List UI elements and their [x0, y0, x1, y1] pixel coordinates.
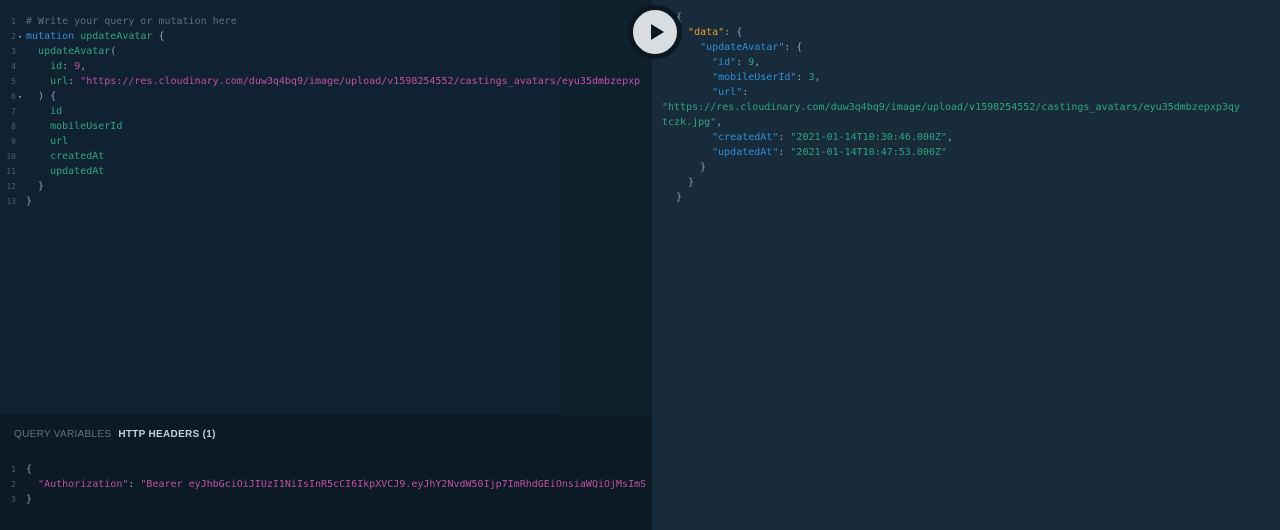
code-line: 5 url: "https://res.cloudinary.com/duw3q…: [0, 74, 652, 89]
result-key: "data": [688, 27, 725, 38]
result-key: "updatedAt": [712, 147, 779, 158]
result-key: "updateAvatar": [700, 42, 785, 53]
line-number: 6: [11, 92, 16, 101]
query-editor[interactable]: 1 # Write your query or mutation here 2 ▾ m…: [0, 0, 652, 415]
result-line: tczk.jpg",: [662, 117, 723, 128]
result-line: }: [676, 160, 1276, 175]
paren: (: [110, 46, 117, 57]
brace: }: [26, 196, 33, 207]
argument-name: url: [50, 76, 69, 87]
brace: }: [676, 192, 683, 203]
line-number: 8: [11, 122, 16, 131]
code-line: 13}: [0, 194, 652, 209]
code-line: 1{: [0, 462, 652, 477]
result-key: "mobileUserId": [712, 72, 797, 83]
code-line: 6 ▾ ) {: [0, 89, 652, 104]
result-key: "id": [712, 57, 737, 68]
brace: {: [158, 31, 165, 42]
headers-editor[interactable]: 1{ 2 "Authorization": "Bearer eyJhbGciOi…: [0, 462, 652, 507]
line-number: 3: [11, 495, 16, 504]
line-number: 7: [11, 107, 16, 116]
result-value: "2021-01-14T10:47:53.000Z": [790, 147, 947, 158]
result-line: ▾ "updateAvatar": {: [656, 40, 1276, 55]
line-number: 2: [11, 32, 16, 41]
brace: }: [700, 162, 707, 173]
code-line: 12 }: [0, 179, 652, 194]
colon: :: [68, 76, 75, 87]
brace: }: [38, 181, 45, 192]
code-line: 3}: [0, 492, 652, 507]
result-viewer[interactable]: ▾{ ▾ "data": { ▾ "updateAvatar": { "id":…: [652, 0, 1280, 530]
result-line: "createdAt": "2021-01-14T10:30:46.000Z",: [712, 132, 953, 143]
tab-query-variables[interactable]: QUERY VARIABLES: [14, 429, 111, 445]
code-line: 11 updatedAt: [0, 164, 652, 179]
brace: }: [26, 494, 33, 505]
brace: {: [26, 464, 33, 475]
result-line: "https://res.cloudinary.com/duw3q4bq9/im…: [662, 100, 1276, 115]
result-line: }: [676, 175, 1276, 190]
tab-http-headers[interactable]: HTTP HEADERS (1): [118, 429, 215, 445]
paren-brace: ) {: [38, 91, 57, 102]
code-line: 7 id: [0, 104, 652, 119]
variables-headers-panel: QUERY VARIABLES HTTP HEADERS (1) 1{ 2 "A…: [0, 415, 652, 530]
code-line: 4 id: 9,: [0, 59, 652, 74]
code-line: 3 updateAvatar(: [0, 44, 652, 59]
mutation-field: updateAvatar: [38, 46, 111, 57]
line-number: 2: [11, 480, 16, 489]
code-line: 9 url: [0, 134, 652, 149]
selection-field: url: [50, 136, 69, 147]
line-number: 3: [11, 47, 16, 56]
comma: ,: [80, 61, 87, 72]
result-line: ▾ "data": {: [656, 25, 1276, 40]
selection-field: id: [50, 106, 63, 117]
line-number: 11: [6, 167, 16, 176]
line-number: 5: [11, 77, 16, 86]
result-value: tczk.jpg": [662, 117, 717, 128]
bottom-tabs: QUERY VARIABLES HTTP HEADERS (1): [14, 429, 216, 445]
result-value: 9: [748, 57, 755, 68]
result-line: "url":: [712, 87, 749, 98]
colon: :: [62, 61, 69, 72]
query-code[interactable]: 1 # Write your query or mutation here 2 ▾ m…: [0, 14, 652, 209]
code-line: 2 ▾ mutation updateAvatar {: [0, 29, 652, 44]
result-line: "mobileUserId": 3,: [712, 72, 821, 83]
colon: :: [128, 479, 141, 490]
selection-field: createdAt: [50, 151, 105, 162]
argument-value: "https://res.cloudinary.com/duw3q4bq9/im…: [80, 76, 641, 87]
selection-field: updatedAt: [50, 166, 105, 177]
code-comment: # Write your query or mutation here: [26, 16, 237, 27]
result-value: "https://res.cloudinary.com/duw3q4bq9/im…: [662, 102, 1240, 113]
result-line: }: [676, 190, 1276, 205]
result-value: 3: [808, 72, 815, 83]
execute-query-button[interactable]: [631, 8, 679, 56]
line-number: 1: [11, 465, 16, 474]
result-value: "2021-01-14T10:30:46.000Z": [790, 132, 947, 143]
result-line: "id": 9,: [712, 57, 761, 68]
operation-name: updateAvatar: [80, 31, 153, 42]
result-key: "createdAt": [712, 132, 779, 143]
fold-arrow-icon[interactable]: ▾: [18, 30, 26, 45]
line-number: 4: [11, 62, 16, 71]
code-line: 8 mobileUserId: [0, 119, 652, 134]
brace: }: [688, 177, 695, 188]
code-line: 1 # Write your query or mutation here: [0, 14, 652, 29]
fold-arrow-icon[interactable]: ▾: [18, 90, 26, 105]
line-number: 9: [11, 137, 16, 146]
code-line: 10 createdAt: [0, 149, 652, 164]
result-line: "updatedAt": "2021-01-14T10:47:53.000Z": [712, 147, 947, 158]
selection-field: mobileUserId: [50, 121, 123, 132]
result-line: ▾{: [656, 10, 1276, 25]
argument-name: id: [50, 61, 63, 72]
line-number: 1: [11, 17, 16, 26]
header-key: "Authorization": [38, 479, 129, 490]
result-key: "url": [712, 87, 743, 98]
line-number: 13: [6, 197, 16, 206]
result-json: ▾{ ▾ "data": { ▾ "updateAvatar": { "id":…: [656, 10, 1276, 205]
line-number: 12: [6, 182, 16, 191]
code-line: 2 "Authorization": "Bearer eyJhbGciOiJIU…: [0, 477, 652, 492]
play-icon: [650, 24, 664, 40]
header-value: "Bearer eyJhbGciOiJIUzI1NiIsInR5cCI6IkpX…: [140, 479, 647, 490]
keyword: mutation: [26, 31, 75, 42]
line-number: 10: [6, 152, 16, 161]
